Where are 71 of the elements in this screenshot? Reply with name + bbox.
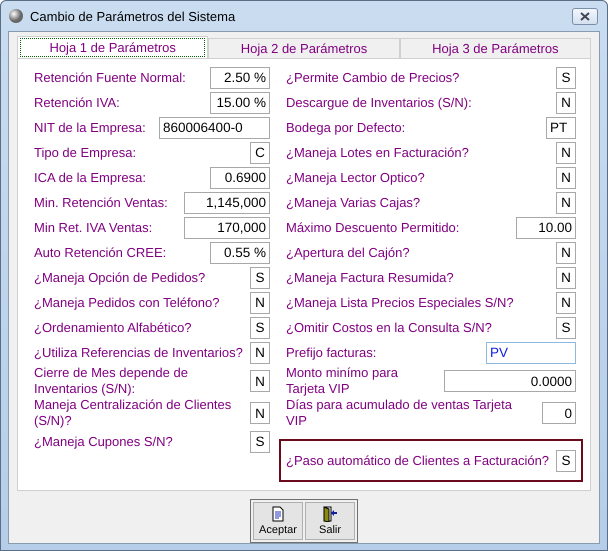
- field-label: ¿Apertura del Cajón?: [286, 244, 410, 260]
- tab[interactable]: Hoja 1 de Parámetros: [17, 36, 208, 58]
- input-field[interactable]: 2.50 %: [210, 66, 270, 88]
- input-field[interactable]: S: [250, 266, 270, 288]
- input-field[interactable]: C: [250, 142, 270, 164]
- input-field[interactable]: S: [556, 66, 576, 88]
- field-label: ¿Ordenamiento Alfabético?: [34, 320, 192, 336]
- input-field[interactable]: S: [556, 316, 576, 338]
- input-field[interactable]: N: [556, 292, 576, 314]
- field-label: Cierre de Mes depende de Inventarios (S/N):: [34, 365, 189, 397]
- tab[interactable]: Hoja 2 de Parámetros: [208, 38, 400, 58]
- input-field[interactable]: S: [556, 450, 576, 472]
- input-field[interactable]: 10.00: [516, 216, 576, 238]
- field-label: ICA de la Empresa:: [34, 170, 146, 186]
- input-field[interactable]: N: [556, 92, 576, 114]
- input-field[interactable]: 0.0000: [444, 370, 576, 392]
- close-icon: [580, 12, 590, 20]
- input-field[interactable]: N: [556, 142, 576, 164]
- field-label: Retención Fuente Normal:: [34, 70, 186, 86]
- field-label: ¿Maneja Opción de Pedidos?: [34, 270, 206, 286]
- field-label: Prefijo facturas:: [286, 344, 376, 360]
- field-label: Maneja Centralización de Clientes (S/N)?: [34, 397, 232, 429]
- input-field[interactable]: N: [556, 192, 576, 214]
- window-title: Cambio de Parámetros del Sistema: [30, 8, 236, 24]
- field-label: ¿Maneja Lista Precios Especiales S/N?: [286, 294, 514, 310]
- field-label: ¿Permite Cambio de Precios?: [286, 70, 460, 86]
- input-field[interactable]: 170,000: [184, 216, 270, 238]
- field-label: ¿Maneja Factura Resumida?: [286, 270, 454, 286]
- tab[interactable]: Hoja 3 de Parámetros: [400, 38, 591, 58]
- document-icon: [270, 506, 286, 522]
- input-field[interactable]: PV: [486, 342, 576, 364]
- field-label: Retención IVA:: [34, 94, 120, 110]
- input-field[interactable]: N: [556, 266, 576, 288]
- field-label: ¿Paso automático de Clientes a Facturación?: [286, 452, 550, 468]
- field-label: Min Ret. IVA Ventas:: [34, 220, 152, 236]
- field-label: ¿Maneja Varias Cajas?: [286, 194, 420, 210]
- input-field[interactable]: N: [250, 292, 270, 314]
- field-label: Monto minímo para Tarjeta VIP: [286, 365, 399, 397]
- field-label: ¿Utiliza Referencias de Inventarios?: [34, 344, 243, 360]
- input-field[interactable]: 860006400-0: [159, 116, 270, 138]
- field-label: ¿Maneja Lector Optico?: [286, 170, 425, 186]
- app-icon: [8, 8, 24, 24]
- input-field[interactable]: 0.55 %: [210, 242, 270, 264]
- input-field[interactable]: PT: [546, 116, 576, 138]
- field-label: NIT de la Empresa:: [34, 120, 146, 136]
- field-label: ¿Omitir Costos en la Consulta S/N?: [286, 320, 492, 336]
- input-field[interactable]: 15.00 %: [210, 92, 270, 114]
- door-icon: [322, 506, 338, 522]
- input-field[interactable]: 1,145,000: [184, 192, 270, 214]
- input-field[interactable]: 0.6900: [210, 166, 270, 188]
- exit-button[interactable]: Salir: [305, 502, 355, 540]
- close-button[interactable]: [572, 8, 598, 24]
- accept-button[interactable]: Aceptar: [253, 502, 303, 540]
- input-field[interactable]: N: [250, 402, 270, 424]
- input-field[interactable]: N: [556, 166, 576, 188]
- input-field[interactable]: S: [250, 316, 270, 338]
- input-field[interactable]: N: [556, 242, 576, 264]
- input-field[interactable]: N: [250, 342, 270, 364]
- field-label: Descargue de Inventarios (S/N):: [286, 94, 472, 110]
- input-field[interactable]: 0: [542, 402, 576, 424]
- field-label: ¿Maneja Pedidos con Teléfono?: [34, 294, 220, 310]
- input-field[interactable]: S: [250, 430, 270, 452]
- field-label: Auto Retención CREE:: [34, 244, 166, 260]
- field-label: Días para acumulado de ventas Tarjeta VIP: [286, 397, 513, 429]
- field-label: ¿Maneja Lotes en Facturación?: [286, 144, 469, 160]
- input-field[interactable]: N: [250, 370, 270, 392]
- field-label: Máximo Descuento Permitido:: [286, 220, 460, 236]
- field-label: Bodega por Defecto:: [286, 120, 406, 136]
- field-label: Min. Retención Ventas:: [34, 194, 168, 210]
- field-label: Tipo de Empresa:: [34, 144, 136, 160]
- field-label: ¿Maneja Cupones S/N?: [34, 434, 173, 450]
